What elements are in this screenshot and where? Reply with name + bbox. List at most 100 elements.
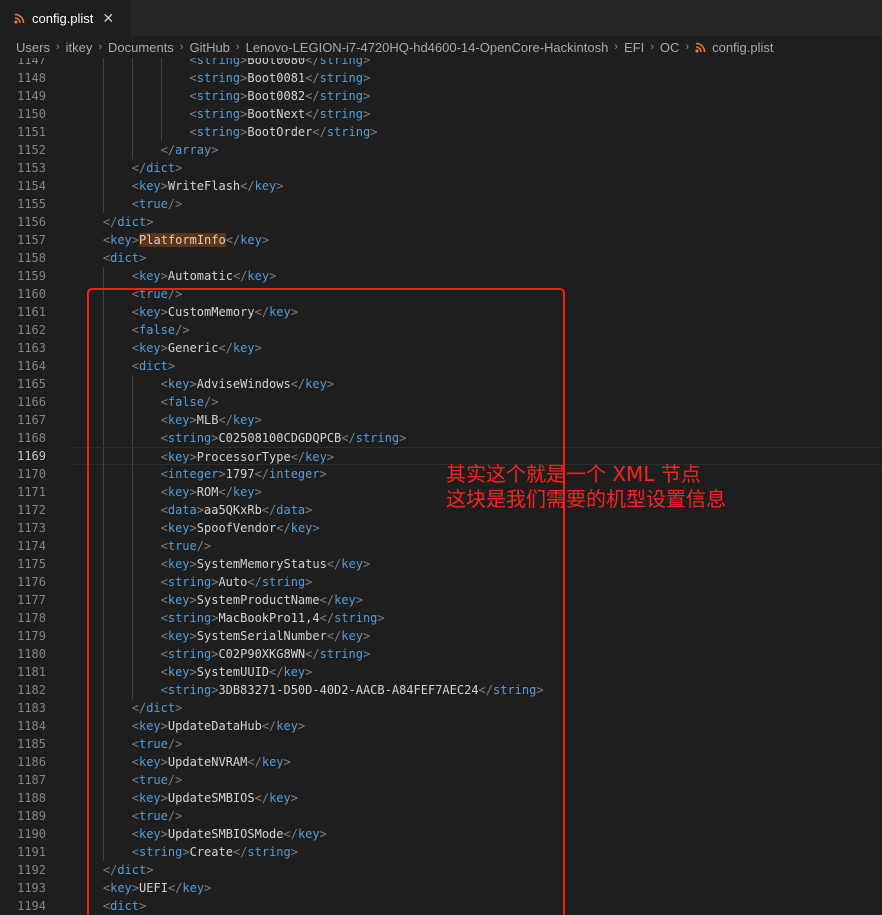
line-number: 1183 [17,701,46,715]
code-line[interactable]: 1192 </dict> [0,861,882,879]
code-line[interactable]: 1193 <key>UEFI</key> [0,879,882,897]
code-line[interactable]: 1180 <string>C02P90XKG8WN</string> [0,645,882,663]
code-text: <dict> [102,899,147,913]
line-number: 1193 [17,881,46,895]
code-line[interactable]: 1168 <string>C02508100CDGDQPCB</string> [0,429,882,447]
code-line[interactable]: 1156 </dict> [0,213,882,231]
breadcrumb-item[interactable]: OC [660,40,680,55]
code-line[interactable]: 1153 </dict> [0,159,882,177]
line-number: 1189 [17,809,46,823]
code-text: <key>UpdateDataHub</key> [131,719,306,733]
code-text: <key>SystemSerialNumber</key> [160,629,371,643]
code-line[interactable]: 1164 <dict> [0,357,882,375]
code-line[interactable]: 1182 <string>3DB83271-D50D-40D2-AACB-A84F… [0,681,882,699]
line-number: 1156 [17,215,46,229]
code-line[interactable]: 1190 <key>UpdateSMBIOSMode</key> [0,825,882,843]
line-number: 1169 [17,449,46,463]
code-text: <data>aa5QKxRb</data> [160,503,313,517]
line-number: 1194 [17,899,46,913]
code-line[interactable]: 1148 <string>Boot0081</string> [0,69,882,87]
code-line[interactable]: 1175 <key>SystemMemoryStatus</key> [0,555,882,573]
code-text: <key>AdviseWindows</key> [160,377,335,391]
code-line[interactable]: 1169 <key>ProcessorType</key> [0,447,882,466]
code-line[interactable]: 1194 <dict> [0,897,882,915]
breadcrumb-item[interactable]: EFI [624,40,644,55]
code-line[interactable]: 1149 <string>Boot0082</string> [0,87,882,105]
code-text: <string>C02508100CDGDQPCB</string> [160,431,407,445]
breadcrumb-separator: › [179,41,184,53]
breadcrumb-file[interactable]: config.plist [695,40,774,55]
rss-icon [695,42,706,53]
code-line[interactable]: 1184 <key>UpdateDataHub</key> [0,717,882,735]
code-line[interactable]: 1178 <string>MacBookPro11,4</string> [0,609,882,627]
breadcrumb-item[interactable]: Lenovo-LEGION-i7-4720HQ-hd4600-14-OpenCo… [246,40,609,55]
code-line[interactable]: 1173 <key>SpoofVendor</key> [0,519,882,537]
close-icon[interactable]: ✕ [102,10,114,27]
code-line[interactable]: 1161 <key>CustomMemory</key> [0,303,882,321]
code-line[interactable]: 1152 </array> [0,141,882,159]
code-line[interactable]: 1183 </dict> [0,699,882,717]
breadcrumb-item[interactable]: Users [16,40,50,55]
code-text: <key>UpdateSMBIOSMode</key> [131,827,327,841]
breadcrumb-item[interactable]: itkey [66,40,93,55]
code-line[interactable]: 1189 <true/> [0,807,882,825]
line-number: 1165 [17,377,46,391]
annotation-line-2: 这块是我们需要的机型设置信息 [446,487,726,511]
line-number: 1185 [17,737,46,751]
line-number: 1167 [17,413,46,427]
rss-icon [14,13,25,24]
tab-title: config.plist [32,10,94,26]
line-number: 1154 [17,179,46,193]
code-editor[interactable]: 1147 <string>Boot0080</string> 1148 <string… [0,58,882,915]
code-line[interactable]: 1158 <dict> [0,249,882,267]
code-line[interactable]: 1150 <string>BootNext</string> [0,105,882,123]
line-number: 1157 [17,233,46,247]
line-number: 1153 [17,161,46,175]
tab-bar: config.plist ✕ [0,0,882,36]
code-text: <true/> [131,809,183,823]
line-number: 1166 [17,395,46,409]
code-line[interactable]: 1151 <string>BootOrder</string> [0,123,882,141]
code-line[interactable]: 1147 <string>Boot0080</string> [0,58,882,69]
code-text: <string>BootOrder</string> [189,125,378,139]
code-line[interactable]: 1174 <true/> [0,537,882,555]
code-line[interactable]: 1159 <key>Automatic</key> [0,267,882,285]
breadcrumb-separator: › [650,41,654,53]
line-number: 1178 [17,611,46,625]
breadcrumb-item[interactable]: GitHub [189,40,229,55]
code-text: <key>ROM</key> [160,485,262,499]
line-number: 1176 [17,575,46,589]
code-line[interactable]: 1154 <key>WriteFlash</key> [0,177,882,195]
code-line[interactable]: 1177 <key>SystemProductName</key> [0,591,882,609]
code-text: <key>Generic</key> [131,341,262,355]
code-line[interactable]: 1165 <key>AdviseWindows</key> [0,375,882,393]
code-line[interactable]: 1181 <key>SystemUUID</key> [0,663,882,681]
code-line[interactable]: 1191 <string>Create</string> [0,843,882,861]
line-number: 1173 [17,521,46,535]
line-number: 1163 [17,341,46,355]
code-line[interactable]: 1157 <key>PlatformInfo</key> [0,231,882,249]
code-line[interactable]: 1186 <key>UpdateNVRAM</key> [0,753,882,771]
code-line[interactable]: 1171 <key>ROM</key> [0,483,882,501]
code-line[interactable]: 1166 <false/> [0,393,882,411]
line-number: 1147 [17,58,46,67]
code-line[interactable]: 1188 <key>UpdateSMBIOS</key> [0,789,882,807]
code-line[interactable]: 1170 <integer>1797</integer> [0,465,882,483]
code-text: <key>Automatic</key> [131,269,277,283]
code-line[interactable]: 1179 <key>SystemSerialNumber</key> [0,627,882,645]
code-line[interactable]: 1160 <true/> [0,285,882,303]
code-text: <string>Auto</string> [160,575,313,589]
line-number: 1188 [17,791,46,805]
line-number: 1170 [17,467,46,481]
code-line[interactable]: 1167 <key>MLB</key> [0,411,882,429]
code-line[interactable]: 1163 <key>Generic</key> [0,339,882,357]
code-line[interactable]: 1187 <true/> [0,771,882,789]
line-number: 1148 [17,71,46,85]
breadcrumb-item[interactable]: Documents [108,40,174,55]
code-line[interactable]: 1162 <false/> [0,321,882,339]
code-line[interactable]: 1185 <true/> [0,735,882,753]
code-line[interactable]: 1176 <string>Auto</string> [0,573,882,591]
code-line[interactable]: 1172 <data>aa5QKxRb</data> [0,501,882,519]
code-line[interactable]: 1155 <true/> [0,195,882,213]
tab-config-plist[interactable]: config.plist ✕ [0,0,130,36]
